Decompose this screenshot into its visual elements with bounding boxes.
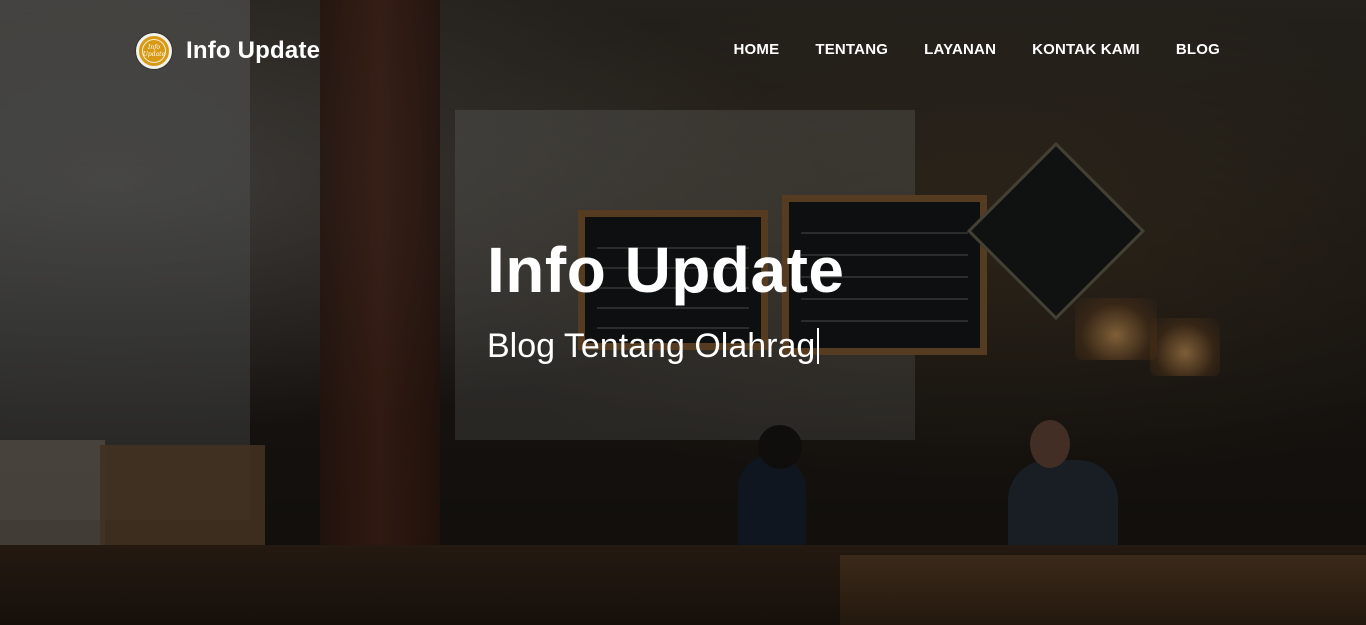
- nav-link-blog[interactable]: BLOG: [1176, 41, 1220, 58]
- nav-item-tentang: TENTANG: [815, 41, 888, 59]
- brand-name: Info Update: [186, 37, 321, 64]
- typing-cursor: [817, 328, 820, 364]
- nav-link-kontak-kami[interactable]: KONTAK KAMI: [1032, 41, 1140, 58]
- nav-menu: HOME TENTANG LAYANAN KONTAK KAMI BLOG: [734, 41, 1220, 59]
- navbar: Info Update Info Update HOME TENTANG LAY…: [0, 0, 1366, 100]
- hero-content: Info Update Blog Tentang Olahrag: [487, 230, 844, 368]
- info-update-logo-icon: Info Update: [136, 33, 172, 69]
- hero-subtitle: Blog Tentang Olahrag: [487, 324, 844, 368]
- logo-text: Info Update: [142, 39, 166, 63]
- nav-link-home[interactable]: HOME: [734, 41, 780, 58]
- nav-item-layanan: LAYANAN: [924, 41, 996, 59]
- nav-item-home: HOME: [734, 41, 780, 59]
- nav-item-blog: BLOG: [1176, 41, 1220, 59]
- nav-item-kontak-kami: KONTAK KAMI: [1032, 41, 1140, 59]
- nav-link-layanan[interactable]: LAYANAN: [924, 41, 996, 58]
- hero-title: Info Update: [487, 234, 845, 306]
- brand-link[interactable]: Info Update Info Update: [136, 33, 320, 69]
- nav-link-tentang[interactable]: TENTANG: [815, 41, 888, 58]
- typed-text: Blog Tentang Olahrag: [487, 327, 816, 365]
